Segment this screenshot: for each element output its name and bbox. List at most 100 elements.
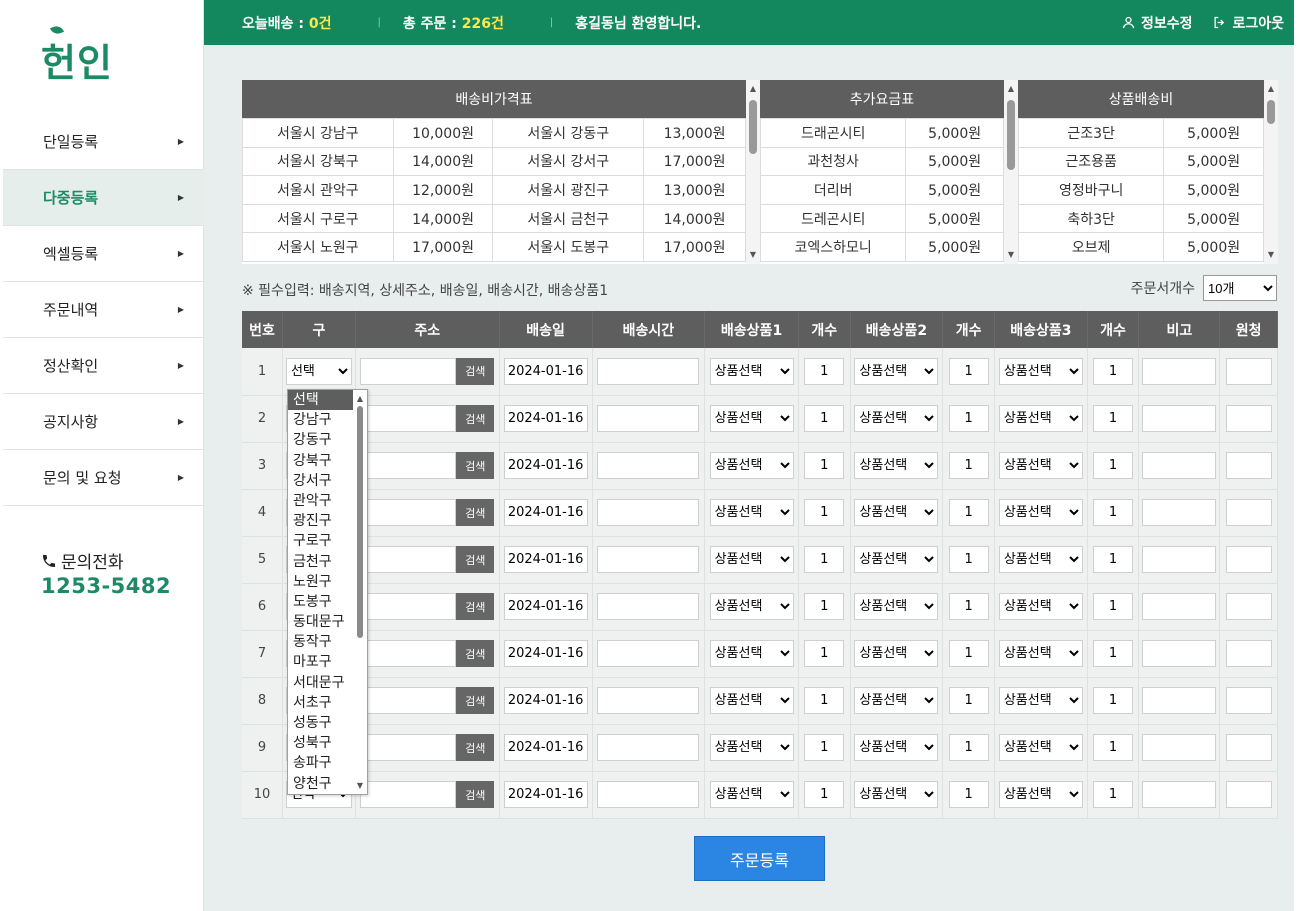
- qty3-input[interactable]: [1093, 405, 1134, 432]
- address-search-button[interactable]: 검색: [456, 640, 495, 667]
- qty2-input[interactable]: [948, 687, 989, 714]
- address-search-button[interactable]: 검색: [456, 734, 495, 761]
- product1-select[interactable]: 상품선택: [709, 781, 794, 808]
- delivery-time-input[interactable]: [597, 405, 700, 432]
- delivery-date-input[interactable]: [503, 734, 588, 761]
- delivery-time-input[interactable]: [597, 546, 700, 573]
- address-search-button[interactable]: 검색: [456, 781, 495, 808]
- qty2-input[interactable]: [948, 452, 989, 479]
- delivery-time-input[interactable]: [597, 687, 700, 714]
- product3-select[interactable]: 상품선택: [998, 499, 1083, 526]
- qty3-input[interactable]: [1093, 357, 1134, 385]
- scroll-up-icon[interactable]: ▲: [1004, 82, 1018, 96]
- qty2-input[interactable]: [948, 546, 989, 573]
- product3-select[interactable]: 상품선택: [998, 781, 1083, 808]
- scroll-thumb[interactable]: [1267, 100, 1275, 124]
- qty1-input[interactable]: [804, 405, 845, 432]
- contractor-input[interactable]: [1225, 499, 1272, 526]
- sidebar-item[interactable]: 공지사항 ▶: [3, 394, 204, 450]
- product1-select[interactable]: 상품선택: [709, 546, 794, 573]
- dropdown-scrollbar[interactable]: ▲ ▼: [353, 390, 367, 794]
- qty3-input[interactable]: [1093, 640, 1134, 667]
- contractor-input[interactable]: [1225, 546, 1272, 573]
- product1-select[interactable]: 상품선택: [709, 357, 794, 385]
- qty1-input[interactable]: [804, 499, 845, 526]
- address-input[interactable]: [360, 781, 457, 808]
- note-input[interactable]: [1142, 640, 1217, 667]
- note-input[interactable]: [1142, 687, 1217, 714]
- product1-select[interactable]: 상품선택: [709, 405, 794, 432]
- product1-select[interactable]: 상품선택: [709, 640, 794, 667]
- qty3-input[interactable]: [1093, 499, 1134, 526]
- address-input[interactable]: [360, 499, 457, 526]
- qty1-input[interactable]: [804, 452, 845, 479]
- product2-select[interactable]: 상품선택: [854, 546, 939, 573]
- contractor-input[interactable]: [1225, 781, 1272, 808]
- scroll-up-icon[interactable]: ▲: [746, 82, 760, 96]
- sidebar-item[interactable]: 문의 및 요청 ▶: [3, 450, 204, 506]
- product3-select[interactable]: 상품선택: [998, 452, 1083, 479]
- sidebar-item[interactable]: 엑셀등록 ▶: [3, 226, 204, 282]
- address-search-button[interactable]: 검색: [456, 357, 495, 385]
- qty2-input[interactable]: [948, 405, 989, 432]
- delivery-date-input[interactable]: [503, 687, 588, 714]
- note-input[interactable]: [1142, 781, 1217, 808]
- delivery-date-input[interactable]: [503, 405, 588, 432]
- product2-select[interactable]: 상품선택: [854, 593, 939, 620]
- note-input[interactable]: [1142, 357, 1217, 385]
- product2-select[interactable]: 상품선택: [854, 781, 939, 808]
- qty3-input[interactable]: [1093, 452, 1134, 479]
- scroll-down-icon[interactable]: ▼: [746, 248, 760, 262]
- qty1-input[interactable]: [804, 734, 845, 761]
- contractor-input[interactable]: [1225, 405, 1272, 432]
- delivery-date-input[interactable]: [503, 640, 588, 667]
- product1-select[interactable]: 상품선택: [709, 452, 794, 479]
- product2-select[interactable]: 상품선택: [854, 734, 939, 761]
- scroll-down-icon[interactable]: ▼: [1004, 248, 1018, 262]
- qty3-input[interactable]: [1093, 546, 1134, 573]
- contractor-input[interactable]: [1225, 687, 1272, 714]
- sidebar-item[interactable]: 단일등록 ▶: [3, 114, 204, 170]
- note-input[interactable]: [1142, 452, 1217, 479]
- product2-select[interactable]: 상품선택: [854, 357, 939, 385]
- product3-select[interactable]: 상품선택: [998, 405, 1083, 432]
- address-search-button[interactable]: 검색: [456, 452, 495, 479]
- qty3-input[interactable]: [1093, 593, 1134, 620]
- qty2-input[interactable]: [948, 499, 989, 526]
- dropdown-option[interactable]: 선택: [288, 390, 353, 411]
- delivery-date-input[interactable]: [503, 593, 588, 620]
- scroll-thumb[interactable]: [749, 100, 757, 154]
- profile-link[interactable]: 정보수정: [1121, 13, 1192, 33]
- delivery-date-input[interactable]: [503, 546, 588, 573]
- gu-select[interactable]: 선택: [285, 357, 352, 385]
- product2-select[interactable]: 상품선택: [854, 499, 939, 526]
- delivery-date-input[interactable]: [503, 499, 588, 526]
- delivery-date-input[interactable]: [503, 781, 588, 808]
- sidebar-item[interactable]: 정산확인 ▶: [3, 338, 204, 394]
- qty2-input[interactable]: [948, 357, 989, 385]
- product3-select[interactable]: 상품선택: [998, 546, 1083, 573]
- product2-select[interactable]: 상품선택: [854, 640, 939, 667]
- note-input[interactable]: [1142, 499, 1217, 526]
- logout-link[interactable]: 로그아웃: [1212, 13, 1284, 33]
- sidebar-item[interactable]: 다중등록 ▶: [3, 170, 204, 226]
- product3-select[interactable]: 상품선택: [998, 687, 1083, 714]
- scroll-down-icon[interactable]: ▼: [353, 781, 367, 790]
- scrollbar[interactable]: ▲ ▼: [746, 80, 760, 264]
- qty1-input[interactable]: [804, 546, 845, 573]
- delivery-date-input[interactable]: [503, 357, 588, 385]
- address-search-button[interactable]: 검색: [456, 499, 495, 526]
- contractor-input[interactable]: [1225, 357, 1272, 385]
- note-input[interactable]: [1142, 593, 1217, 620]
- qty1-input[interactable]: [804, 357, 845, 385]
- address-input[interactable]: [360, 405, 457, 432]
- qty3-input[interactable]: [1093, 734, 1134, 761]
- address-input[interactable]: [360, 734, 457, 761]
- logo[interactable]: 헌인: [41, 24, 113, 87]
- qty3-input[interactable]: [1093, 687, 1134, 714]
- qty2-input[interactable]: [948, 781, 989, 808]
- scrollbar[interactable]: ▲ ▼: [1264, 80, 1278, 264]
- address-search-button[interactable]: 검색: [456, 405, 495, 432]
- address-search-button[interactable]: 검색: [456, 593, 495, 620]
- delivery-time-input[interactable]: [597, 499, 700, 526]
